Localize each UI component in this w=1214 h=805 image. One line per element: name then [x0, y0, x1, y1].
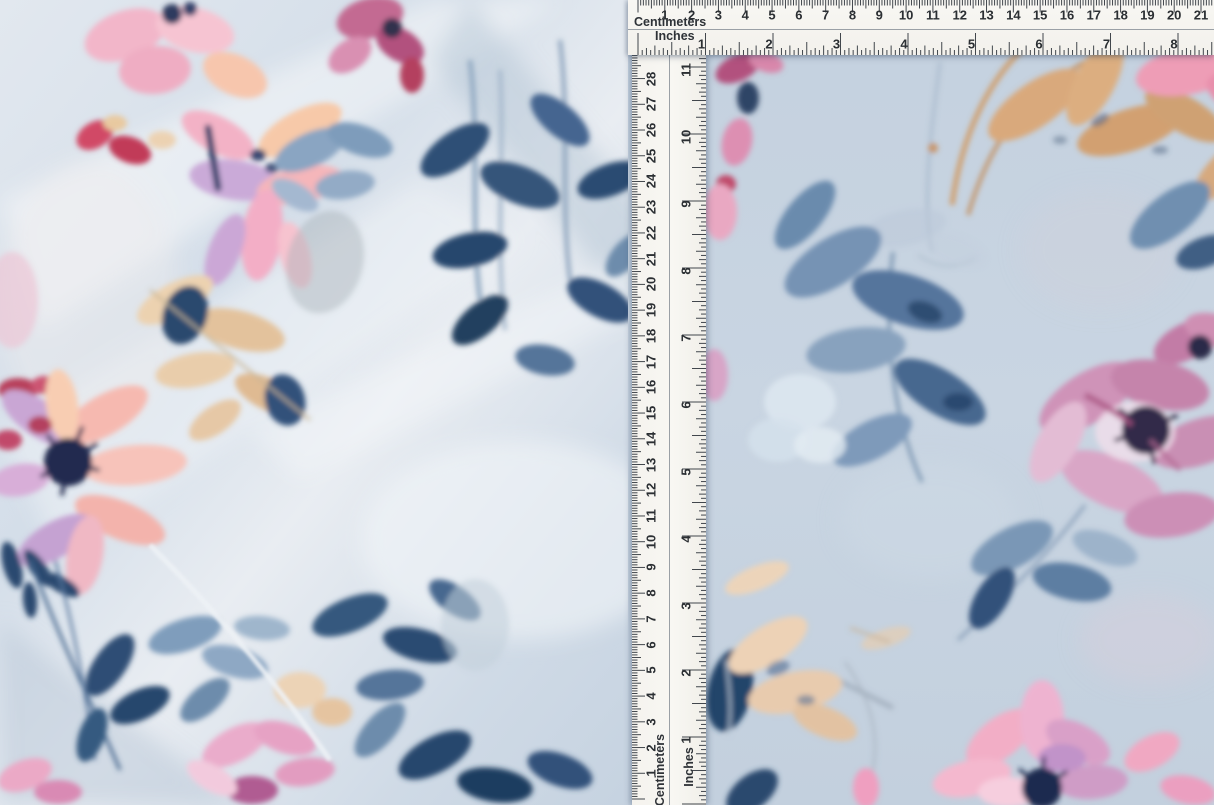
cm-number: 4: [742, 9, 749, 22]
inch-unit-label: Inches: [683, 747, 696, 787]
ruler-separator: [669, 55, 670, 805]
ruler-separator: [628, 29, 1214, 30]
fabric-photo: [0, 0, 1214, 805]
cm-number: 10: [899, 9, 913, 22]
inch-number: 1: [680, 736, 693, 743]
inch-number: 7: [680, 334, 693, 341]
cm-number: 24: [645, 174, 658, 188]
inch-number: 4: [900, 38, 907, 51]
vertical-ruler: Centimeters Inches 123456789101112131415…: [632, 55, 706, 805]
inch-number: 10: [680, 130, 693, 144]
cm-number: 12: [645, 483, 658, 497]
cm-number: 9: [645, 564, 658, 571]
inch-number: 4: [680, 535, 693, 542]
inch-number: 8: [1170, 38, 1177, 51]
inch-number: 3: [833, 38, 840, 51]
cm-number: 5: [768, 9, 775, 22]
cm-number: 8: [645, 590, 658, 597]
fabric-swatch-photo: Centimeters Inches 123456789101112131415…: [0, 0, 1214, 805]
cm-number: 11: [926, 9, 940, 22]
cm-number: 6: [795, 9, 802, 22]
inch-number: 7: [1103, 38, 1110, 51]
cm-number: 13: [645, 457, 658, 471]
cm-number: 14: [645, 432, 658, 446]
cm-number: 13: [979, 9, 993, 22]
cm-number: 27: [645, 97, 658, 111]
horizontal-ruler: Centimeters Inches 123456789101112131415…: [628, 0, 1214, 55]
cm-number: 7: [822, 9, 829, 22]
inch-unit-label: Inches: [655, 30, 695, 43]
cm-number: 21: [645, 251, 658, 265]
cm-unit-label: Centimeters: [634, 16, 706, 29]
cm-number: 22: [645, 226, 658, 240]
cm-number: 28: [645, 71, 658, 85]
cm-number: 15: [1033, 9, 1047, 22]
cm-number: 19: [645, 303, 658, 317]
cm-number: 17: [1087, 9, 1101, 22]
cm-number: 20: [645, 277, 658, 291]
cm-number: 26: [645, 123, 658, 137]
cm-number: 5: [645, 667, 658, 674]
cm-number: 25: [645, 149, 658, 163]
inch-number: 2: [680, 669, 693, 676]
cm-number: 3: [715, 9, 722, 22]
cm-number: 18: [645, 329, 658, 343]
inch-number: 2: [765, 38, 772, 51]
cm-number: 19: [1140, 9, 1154, 22]
cm-number: 15: [645, 406, 658, 420]
cm-number: 10: [645, 534, 658, 548]
cm-number: 20: [1167, 9, 1181, 22]
cm-number: 17: [645, 354, 658, 368]
cm-number: 1: [645, 770, 658, 777]
inch-number: 9: [680, 200, 693, 207]
flat-fabric-right: [628, 0, 1214, 805]
cm-number: 7: [645, 615, 658, 622]
cm-number: 3: [645, 718, 658, 725]
draped-fabric-left: [0, 0, 680, 805]
inch-number: 6: [1035, 38, 1042, 51]
cm-number: 8: [849, 9, 856, 22]
inch-number: 6: [680, 401, 693, 408]
cm-number: 6: [645, 641, 658, 648]
inch-number: 5: [680, 468, 693, 475]
inch-number: 1: [698, 38, 705, 51]
cm-number: 2: [645, 744, 658, 751]
cm-number: 18: [1113, 9, 1127, 22]
cm-number: 23: [645, 200, 658, 214]
inch-number: 3: [680, 602, 693, 609]
inch-number: 5: [968, 38, 975, 51]
cm-number: 14: [1006, 9, 1020, 22]
inch-number: 8: [680, 267, 693, 274]
cm-number: 2: [688, 9, 695, 22]
cm-number: 16: [1060, 9, 1074, 22]
cm-number: 1: [661, 9, 668, 22]
inch-number: 11: [680, 63, 693, 77]
cm-number: 16: [645, 380, 658, 394]
cm-number: 21: [1194, 9, 1208, 22]
cm-number: 9: [876, 9, 883, 22]
cm-number: 11: [645, 509, 658, 523]
cm-number: 12: [952, 9, 966, 22]
cm-number: 4: [645, 692, 658, 699]
